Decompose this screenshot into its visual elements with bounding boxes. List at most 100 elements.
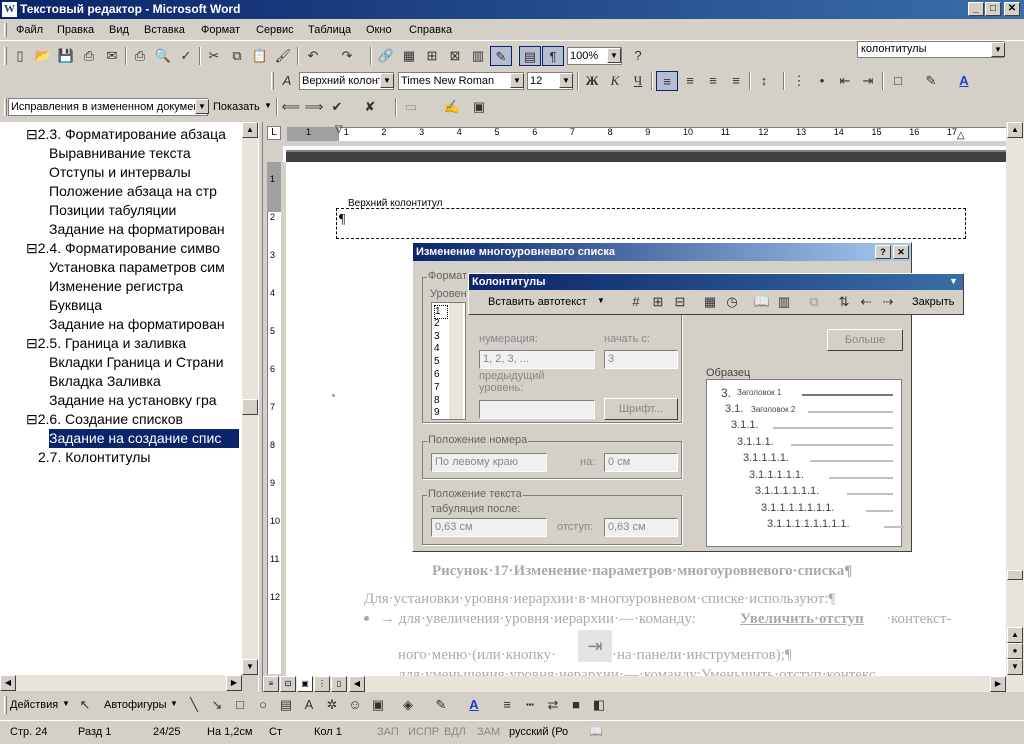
decrease-indent-icon[interactable]: ⇤ <box>834 71 856 91</box>
print-layout-view-icon[interactable]: ▣ <box>297 676 313 692</box>
toolbar-grip[interactable] <box>4 47 7 65</box>
doc-hscroll-right-arrow[interactable]: ▶ <box>990 676 1006 692</box>
status-overtype[interactable]: ЗАМ <box>477 725 500 739</box>
page-setup-icon[interactable]: 📖 <box>751 292 773 312</box>
header-area[interactable]: ¶ <box>336 208 966 239</box>
open-folder-icon[interactable]: 📂 <box>32 46 54 66</box>
styles-formatting-icon[interactable]: A <box>276 71 298 91</box>
cut-icon[interactable]: ✂ <box>203 46 225 66</box>
copy-icon[interactable]: ⧉ <box>226 46 248 66</box>
outline-view-icon[interactable]: ⋮ <box>314 676 330 692</box>
undo-icon[interactable]: ↶ <box>302 46 324 66</box>
doc-map-item[interactable]: Вкладки Граница и Страни <box>49 353 224 372</box>
columns-icon[interactable]: ▥ <box>467 46 489 66</box>
increase-indent-icon[interactable]: ⇥ <box>857 71 879 91</box>
doc-map-item[interactable]: Задание на установку гра <box>49 391 217 410</box>
tables-borders-icon[interactable]: ▦ <box>398 46 420 66</box>
numbering-select[interactable]: 1, 2, 3, ... <box>479 350 595 369</box>
clipart-icon[interactable]: ☺ <box>344 695 366 715</box>
track-changes-icon[interactable]: ✍ <box>441 97 463 117</box>
same-as-previous-icon[interactable]: ⧉ <box>803 292 825 312</box>
doc-map-item[interactable]: Установка параметров сим <box>49 258 225 277</box>
help-icon[interactable]: ? <box>627 46 649 66</box>
spelling-status-icon[interactable]: 📖 <box>589 725 603 739</box>
bullets-icon[interactable]: • <box>811 71 833 91</box>
show-previous-icon[interactable]: ⇠ <box>855 292 877 312</box>
level-list-scrollbar[interactable] <box>449 303 463 419</box>
zoom-dropdown-arrow[interactable]: ▼ <box>607 48 621 63</box>
doc-map-item[interactable]: ⊟2.4. Форматирование симво <box>26 239 220 258</box>
select-objects-icon[interactable]: ↖ <box>74 695 96 715</box>
insert-autotext-button[interactable]: Вставить автотекст <box>488 296 587 308</box>
doc-scroll-thumb[interactable] <box>1007 570 1023 580</box>
insert-time-icon[interactable]: ◷ <box>721 292 743 312</box>
menu-format[interactable]: Формат <box>201 23 240 37</box>
justify-icon[interactable]: ≡ <box>725 71 747 91</box>
menu-file[interactable]: Файл <box>16 23 43 37</box>
3d-style-icon[interactable]: ◧ <box>588 695 610 715</box>
print-preview-icon[interactable]: 🔍 <box>152 46 174 66</box>
menu-grip[interactable] <box>4 23 7 37</box>
doc-map-item[interactable]: ⊟2.6. Создание списков <box>26 410 183 429</box>
hf-toolbar-menu-arrow[interactable]: ▼ <box>949 276 958 286</box>
numbering-icon[interactable]: ⋮ <box>788 71 810 91</box>
review-mode-dropdown-arrow[interactable]: ▼ <box>195 99 209 114</box>
insert-page-number-icon[interactable]: # <box>625 292 647 312</box>
insert-table-icon[interactable]: ⊞ <box>421 46 443 66</box>
hscroll-right-arrow[interactable]: ▶ <box>226 675 242 691</box>
paste-icon[interactable]: 📋 <box>249 46 271 66</box>
maximize-button[interactable]: □ <box>985 2 1001 16</box>
wordart-icon[interactable]: A <box>298 695 320 715</box>
line-color-icon[interactable]: ✎ <box>430 695 452 715</box>
at-input[interactable]: 0 см <box>604 453 678 472</box>
doc-map-item[interactable]: Позиции табуляции <box>49 201 176 220</box>
dialog-close-button[interactable]: ✕ <box>893 245 909 259</box>
align-center-icon[interactable]: ≡ <box>679 71 701 91</box>
switch-header-footer-icon[interactable]: ⇅ <box>833 292 855 312</box>
dash-style-icon[interactable]: ┅ <box>519 695 541 715</box>
email-icon[interactable]: ✉ <box>101 46 123 66</box>
align-right-icon[interactable]: ≡ <box>702 71 724 91</box>
status-track-changes[interactable]: ИСПР <box>408 725 439 739</box>
font-select[interactable]: Times New Roman <box>398 72 524 90</box>
diagram-icon[interactable]: ✲ <box>321 695 343 715</box>
prev-page-icon[interactable]: ▲ <box>1007 627 1023 643</box>
menu-view[interactable]: Вид <box>109 23 129 37</box>
level-list-item[interactable]: 4 <box>434 343 448 355</box>
doc-hscrollbar[interactable]: ≡ ⊡ ▣ ⋮ ▯ ◀ ▶ <box>263 676 1006 692</box>
doc-map-hscrollbar[interactable]: ◀ ▶ <box>0 675 242 691</box>
save-icon[interactable]: 💾 <box>55 46 77 66</box>
scroll-down-arrow[interactable]: ▼ <box>242 659 258 675</box>
reviewing-pane-icon[interactable]: ▣ <box>468 97 490 117</box>
doc-scrollbar[interactable]: ▲ ▲ ● ▼ <box>1006 122 1024 692</box>
first-line-indent-marker[interactable]: ▽ <box>335 124 343 135</box>
autoshapes-menu[interactable]: Автофигуры <box>104 699 167 711</box>
right-indent-marker[interactable]: △ <box>957 130 965 141</box>
fill-color-icon[interactable]: ◈ <box>397 695 419 715</box>
word-app-icon[interactable]: W <box>2 2 17 17</box>
doc-map-item[interactable]: Выравнивание текста <box>49 144 191 163</box>
scroll-up-arrow[interactable]: ▲ <box>242 122 258 138</box>
format-page-number-icon[interactable]: ⊟ <box>669 292 691 312</box>
doc-hscroll-left-arrow[interactable]: ◀ <box>349 676 365 692</box>
new-document-icon[interactable]: ▯ <box>9 46 31 66</box>
toolbar-grip[interactable] <box>271 72 274 90</box>
size-dropdown-arrow[interactable]: ▼ <box>559 73 573 88</box>
document-map-icon[interactable]: ▤ <box>519 46 541 66</box>
horizontal-ruler[interactable]: L 1 1 2 3 4 5 6 7 8 9 10 11 12 13 14 15 16 17 ▽ △ <box>263 122 1007 146</box>
textbox-icon[interactable]: ▤ <box>275 695 297 715</box>
select-browse-object-icon[interactable]: ● <box>1007 643 1023 659</box>
doc-map-item[interactable]: 2.7. Колонтитулы <box>38 448 150 467</box>
toolbar-grip[interactable] <box>4 696 7 714</box>
menu-table[interactable]: Таблица <box>308 23 351 37</box>
tab-after-input[interactable]: 0,63 см <box>431 518 547 537</box>
prev-level-select[interactable] <box>479 400 595 419</box>
previous-change-icon[interactable]: ⟸ <box>280 97 302 117</box>
start-at-input[interactable]: 3 <box>604 350 678 369</box>
doc-map-item[interactable]: Задание на форматирован <box>49 315 225 334</box>
align-left-icon[interactable]: ≡ <box>656 71 678 91</box>
accept-change-icon[interactable]: ✔ <box>326 97 348 117</box>
menu-window[interactable]: Окно <box>366 23 392 37</box>
doc-map-item[interactable]: Отступы и интервалы <box>49 163 191 182</box>
toolbar-grip[interactable] <box>4 98 7 116</box>
